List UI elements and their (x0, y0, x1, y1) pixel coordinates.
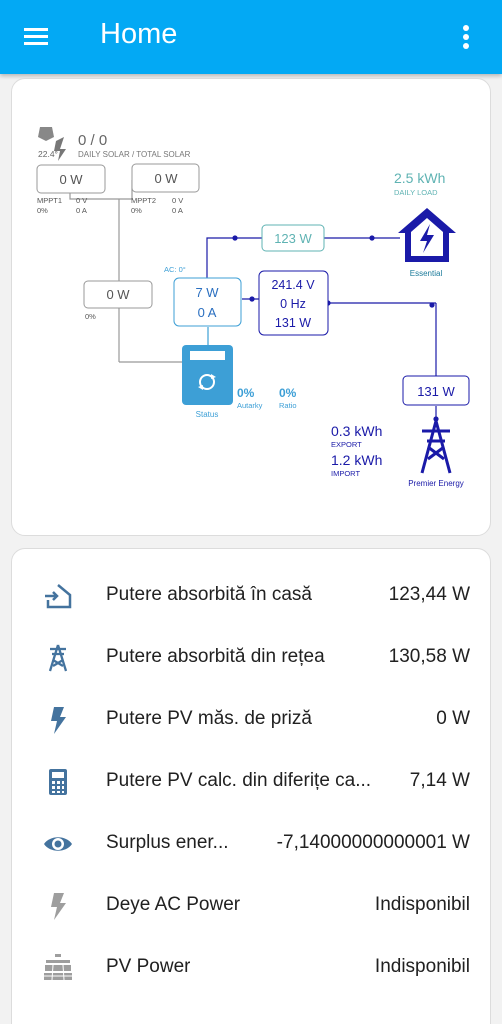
calculator-icon (49, 769, 67, 795)
solar-angle: 22.4° (38, 149, 58, 159)
home-import-icon (45, 584, 72, 609)
entity-label: Surplus ener... (106, 832, 229, 853)
flash-icon (51, 893, 66, 920)
inverter-power: 7 W (195, 285, 219, 300)
partial-icon (42, 1014, 74, 1024)
entity-value: 130,58 W (388, 646, 470, 667)
grid-power: 131 W (417, 384, 455, 399)
power-flow-diagram: 22.4° 0 / 0 DAILY SOLAR / TOTAL SOLAR 0 … (36, 127, 470, 488)
entity-row-pv-power[interactable]: PV Power Indisponibil (12, 937, 492, 999)
aux-power: 0 W (106, 287, 130, 302)
grid-provider-label: Premier Energy (408, 479, 464, 488)
entity-value: 0 W (436, 708, 470, 729)
entity-value: Indisponibil (374, 956, 470, 977)
essential-label: Essential (410, 269, 443, 278)
entity-row-deye-ac[interactable]: Deye AC Power Indisponibil (12, 875, 492, 937)
entity-value: 123,44 W (388, 584, 470, 605)
entity-row-pv-calc[interactable]: Putere PV calc. din diferițe ca... 7,14 … (12, 751, 492, 813)
grid-meter-power: 131 W (275, 316, 311, 330)
autarky-value: 0% (237, 386, 255, 400)
entity-value: 7,14 W (409, 770, 470, 791)
ac-label: AC: 0° (164, 265, 186, 274)
entity-label: Putere absorbită în casă (106, 584, 312, 605)
ratio-value: 0% (279, 386, 297, 400)
ratio-label: Ratio (279, 401, 297, 410)
mppt1-volt: 0 V (76, 196, 87, 205)
flash-icon (51, 707, 66, 734)
essential-house-icon (398, 208, 456, 262)
mppt1-pct: 0% (37, 206, 48, 215)
entity-label: Putere PV măs. de priză (106, 708, 312, 729)
mppt2-amp: 0 A (172, 206, 183, 215)
daily-load-value: 2.5 kWh (394, 170, 445, 186)
autarky-label: Autarky (237, 401, 263, 410)
transmission-tower-icon (48, 644, 68, 672)
mppt1-amp: 0 A (76, 206, 87, 215)
grid-voltage: 241.4 V (271, 278, 315, 292)
mppt1-power: 0 W (59, 172, 83, 187)
entities-card: Putere absorbită în casă 123,44 W Putere… (11, 548, 491, 1024)
entity-row-partial[interactable] (12, 999, 492, 1024)
aux-pct: 0% (85, 312, 96, 321)
inverter-status-icon[interactable] (182, 345, 233, 405)
entity-row-surplus[interactable]: Surplus ener... -7,14000000000001 W (12, 813, 492, 875)
power-flow-card[interactable]: 22.4° 0 / 0 DAILY SOLAR / TOTAL SOLAR 0 … (11, 78, 491, 536)
mppt2-power: 0 W (154, 171, 178, 186)
export-value: 0.3 kWh (331, 423, 382, 439)
import-label: IMPORT (331, 469, 360, 478)
more-vert-icon[interactable] (452, 20, 480, 54)
entity-label: Putere PV calc. din diferițe ca... (106, 770, 372, 791)
mppt2-name: MPPT2 (131, 196, 156, 205)
entity-label: Putere absorbită din rețea (106, 646, 325, 667)
entity-row-house-power[interactable]: Putere absorbită în casă 123,44 W (12, 565, 492, 627)
page-title: Home (100, 18, 178, 50)
mppt1-name: MPPT1 (37, 196, 62, 205)
daily-load-label: DAILY LOAD (394, 188, 438, 197)
inverter-current: 0 A (198, 305, 217, 320)
menu-icon[interactable] (22, 22, 52, 52)
transmission-tower-icon (420, 420, 452, 474)
entity-label: Deye AC Power (106, 894, 241, 915)
entity-label: PV Power (106, 956, 191, 977)
eye-icon (44, 837, 72, 851)
status-label: Status (196, 410, 219, 419)
load-power: 123 W (274, 231, 312, 246)
mppt2-pct: 0% (131, 206, 142, 215)
entity-value: Indisponibil (374, 894, 470, 915)
solar-panel-icon (44, 954, 72, 981)
entity-row-pv-plug[interactable]: Putere PV măs. de priză 0 W (12, 689, 492, 751)
solar-ratio: 0 / 0 (78, 132, 107, 149)
entity-value: -7,14000000000001 W (276, 832, 470, 853)
solar-sub-label: DAILY SOLAR / TOTAL SOLAR (78, 150, 191, 159)
app-bar: Home (0, 0, 502, 74)
export-label: EXPORT (331, 440, 362, 449)
mppt2-volt: 0 V (172, 196, 183, 205)
entity-row-grid-power[interactable]: Putere absorbită din rețea 130,58 W (12, 627, 492, 689)
grid-frequency: 0 Hz (280, 297, 306, 311)
import-value: 1.2 kWh (331, 452, 382, 468)
